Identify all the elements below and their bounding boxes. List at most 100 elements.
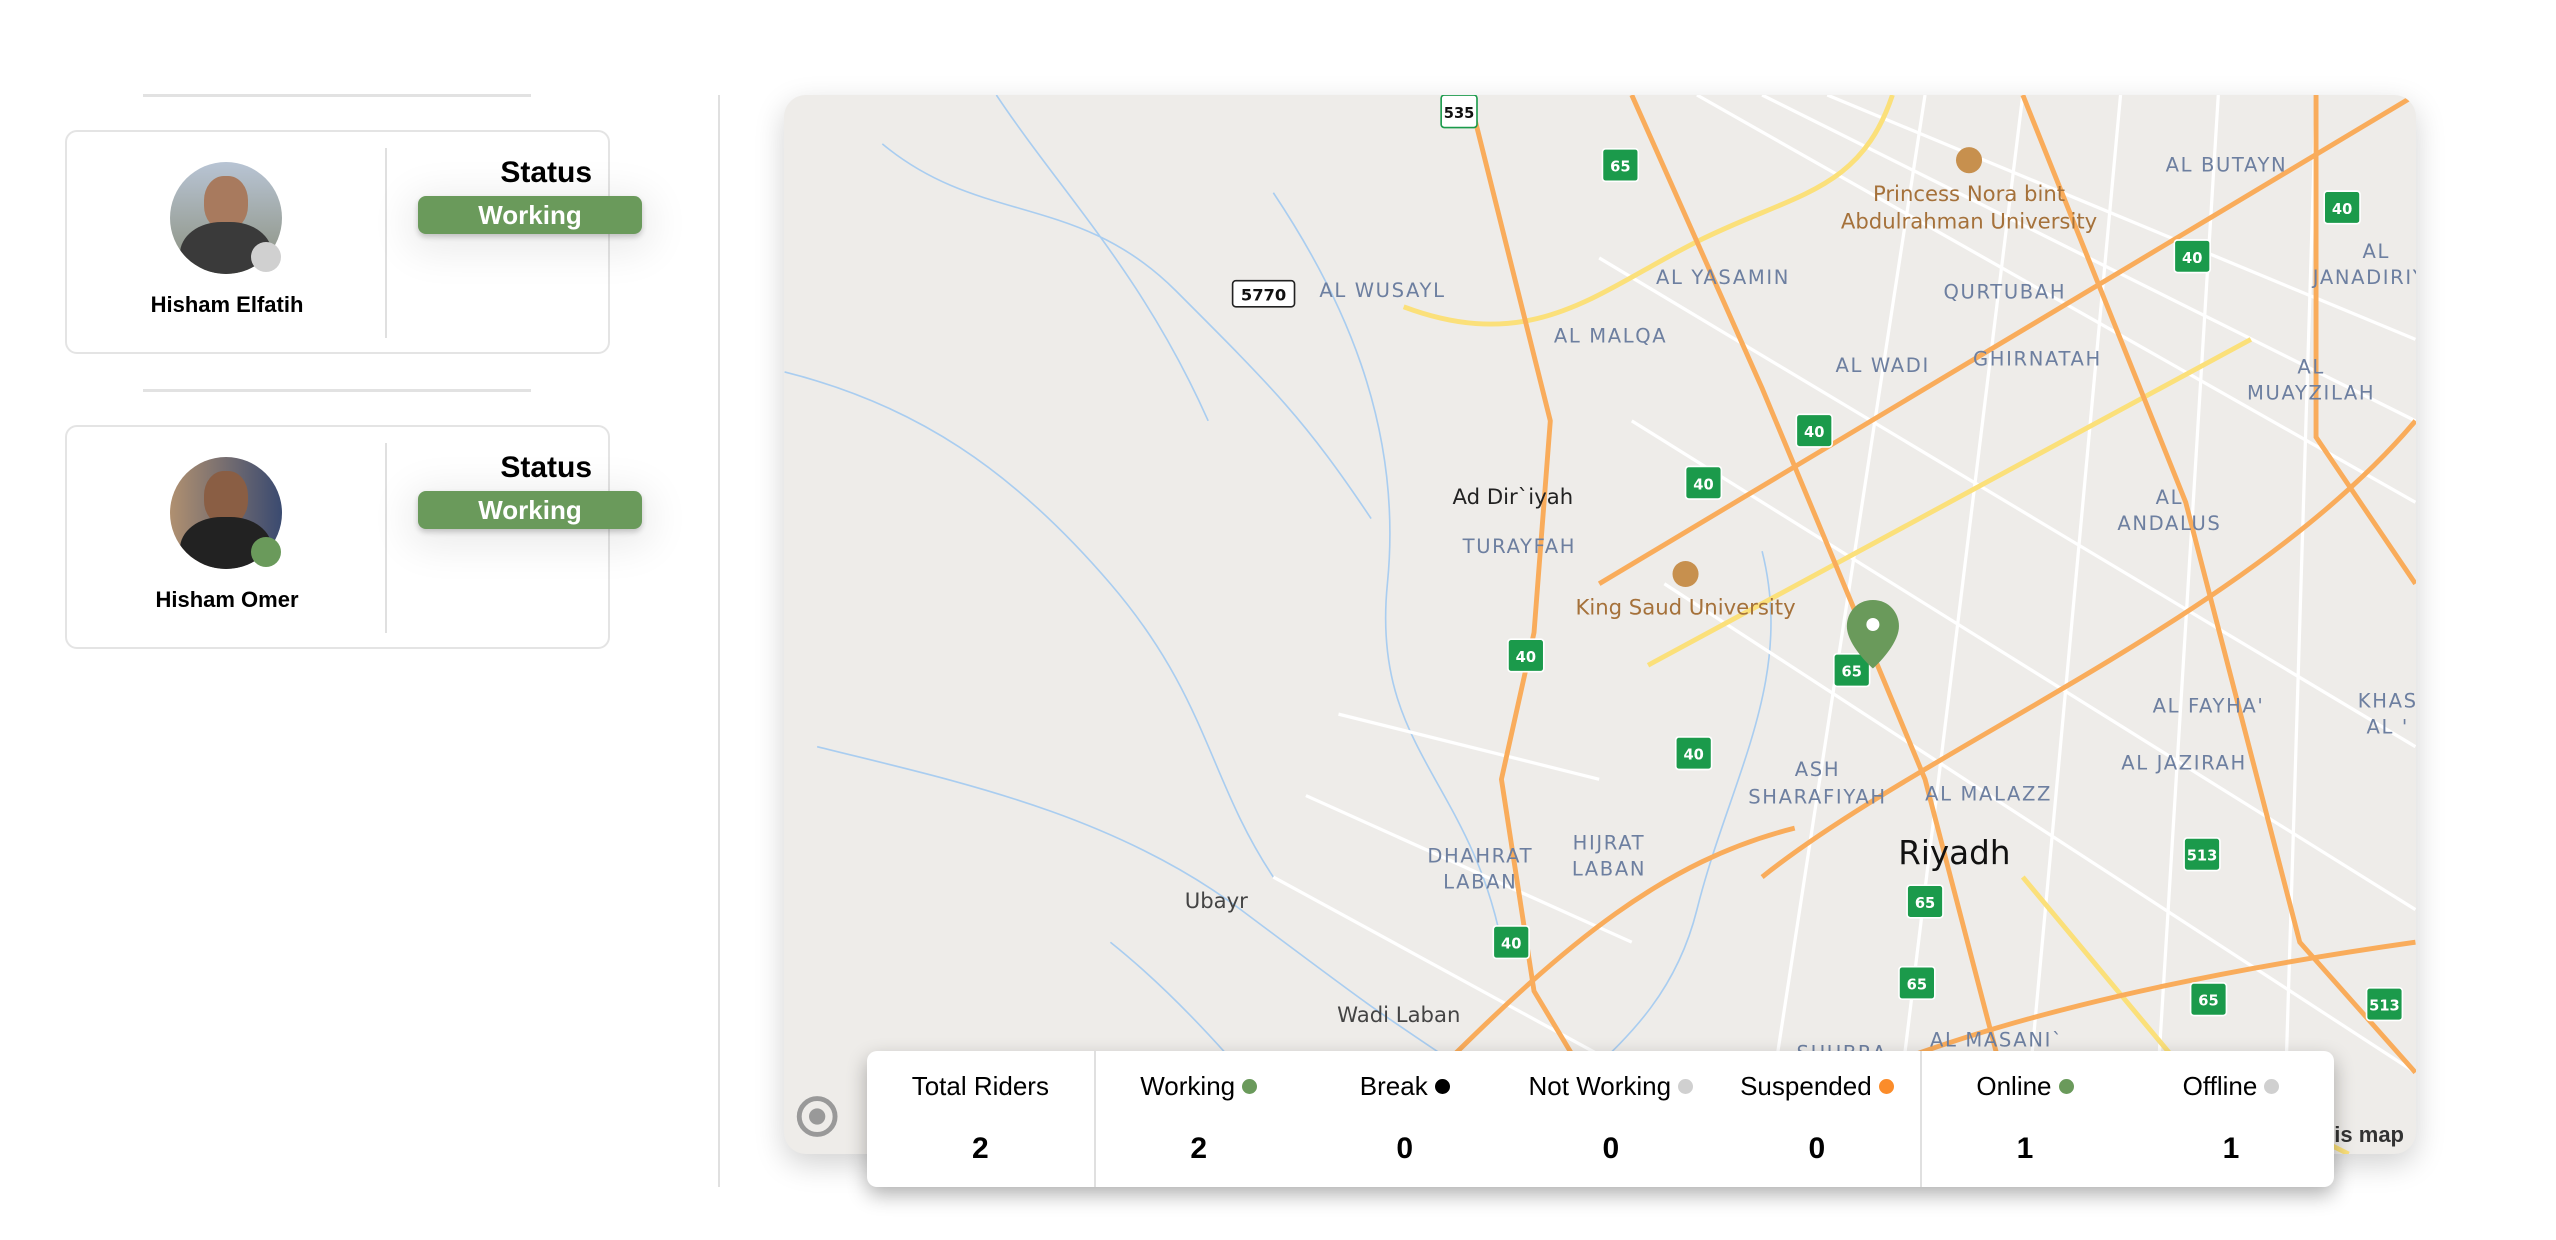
not-working-dot-icon xyxy=(1678,1079,1694,1094)
stat-label: Total Riders xyxy=(911,1071,1049,1101)
highway-number: 65 xyxy=(2198,993,2218,1010)
stat-value: 1 xyxy=(2016,1132,2034,1165)
highway-number: 40 xyxy=(1683,747,1703,764)
highway-number: 40 xyxy=(1516,649,1536,666)
rider-profile: Hisham Elfatih xyxy=(67,132,387,352)
city-label: Riyadh xyxy=(1898,834,2010,872)
map-label: AL JAZIRAH xyxy=(2121,752,2247,775)
stats-bar: Total Riders 2 Working 2 Break 0 Not Workin… xyxy=(867,1051,2334,1187)
poi-label: Princess Nora bint xyxy=(1873,181,2065,206)
stat-suspended: Suspended 0 xyxy=(1714,1051,1920,1187)
university-icon xyxy=(1955,147,1983,174)
rider-card[interactable]: Hisham Omer Status Working xyxy=(65,425,642,649)
stat-label: Break xyxy=(1359,1071,1428,1101)
stat-not-working: Not Working 0 xyxy=(1508,1051,1714,1187)
place-label: Ad Dir`iyah xyxy=(1453,484,1574,509)
status-badge: Working xyxy=(418,491,642,529)
map-label: QURTUBAH xyxy=(1944,281,2067,304)
map-label: ANDALUS xyxy=(2117,512,2221,535)
highway-number: 65 xyxy=(1842,664,1862,681)
stat-value: 2 xyxy=(971,1132,989,1165)
highway-number: 40 xyxy=(1501,936,1521,953)
status-badge: Working xyxy=(418,196,642,234)
stat-offline: Offline 1 xyxy=(2128,1051,2334,1187)
map-label: AL BUTAYN xyxy=(2166,154,2288,177)
rider-card[interactable]: Hisham Elfatih Status Working xyxy=(65,130,642,354)
status-title: Status xyxy=(500,451,592,484)
highway-number: 65 xyxy=(1915,895,1935,912)
mapbox-logo xyxy=(796,1096,838,1137)
place-label: Wadi Laban xyxy=(1337,1002,1460,1027)
map-label: SHARAFIYAH xyxy=(1748,786,1886,809)
stat-value: 1 xyxy=(2222,1132,2240,1165)
map-label: AL MALQA xyxy=(1554,325,1667,348)
stat-value: 0 xyxy=(1396,1132,1414,1165)
map-label: HIJRAT xyxy=(1573,831,1646,854)
map[interactable]: AL BUTAYN AL JANADIRIYA AL WUSAYL AL YASAMIN… xyxy=(784,95,2416,1154)
map-label: KHAS xyxy=(2358,690,2416,713)
highway-number: 513 xyxy=(2187,848,2218,865)
map-label: AL xyxy=(2363,240,2391,263)
status-title: Status xyxy=(500,156,592,189)
divider xyxy=(143,389,531,392)
place-label: Ubayr xyxy=(1185,888,1248,913)
stat-label: Suspended xyxy=(1740,1071,1872,1101)
rider-name: Hisham Elfatih xyxy=(150,292,304,317)
stat-value: 0 xyxy=(1602,1132,1620,1165)
offline-dot-icon xyxy=(2264,1079,2280,1094)
rider-profile: Hisham Omer xyxy=(67,427,387,647)
poi-label: King Saud University xyxy=(1575,595,1795,620)
divider xyxy=(385,148,387,338)
map-label: LABAN xyxy=(1572,857,1646,880)
stat-online: Online 1 xyxy=(1922,1051,2128,1187)
map-label: AL MASANI` xyxy=(1930,1028,2063,1051)
highway-number: 65 xyxy=(1610,159,1630,176)
map-label: DHAHRAT xyxy=(1427,844,1533,867)
highway-number: 40 xyxy=(2182,250,2202,267)
highway-number: 513 xyxy=(2369,998,2400,1015)
map-label: JANADIRIYA xyxy=(2311,266,2416,289)
road-number: 5770 xyxy=(1241,285,1286,304)
stat-label: Working xyxy=(1140,1071,1236,1101)
map-label: AL ' xyxy=(2367,716,2409,739)
map-label: AL MALAZZ xyxy=(1925,782,2052,805)
highway-number: 40 xyxy=(1804,424,1824,441)
map-label: AL xyxy=(2297,356,2325,379)
highway-number: 40 xyxy=(2332,201,2352,218)
highway-number: 535 xyxy=(1444,105,1475,122)
map-label: AL FAYHA' xyxy=(2153,694,2265,717)
university-icon xyxy=(1672,560,1699,588)
map-label: ASH xyxy=(1795,758,1840,781)
stat-value: 0 xyxy=(1808,1132,1826,1165)
stat-label: Online xyxy=(1976,1071,2052,1101)
working-dot-icon xyxy=(1242,1079,1258,1094)
map-label: AL xyxy=(2156,486,2184,509)
map-label: AL YASAMIN xyxy=(1656,266,1790,289)
stat-break: Break 0 xyxy=(1302,1051,1508,1187)
map-attribution-link[interactable]: is map xyxy=(2334,1122,2404,1148)
stat-value: 2 xyxy=(1190,1132,1208,1165)
divider xyxy=(143,94,531,97)
map-label: LABAN xyxy=(1443,870,1517,893)
suspended-dot-icon xyxy=(1878,1079,1894,1094)
presence-dot xyxy=(251,537,281,567)
rider-name: Hisham Omer xyxy=(155,587,299,612)
map-label: AL WUSAYL xyxy=(1319,279,1445,302)
map-label: TURAYFAH xyxy=(1462,535,1576,558)
presence-dot xyxy=(251,242,281,272)
online-dot-icon xyxy=(2058,1079,2074,1094)
stat-label: Offline xyxy=(2182,1071,2258,1101)
map-label: AL WADI xyxy=(1836,354,1930,377)
map-label: MUAYZILAH xyxy=(2247,382,2375,405)
stat-label: Not Working xyxy=(1528,1071,1672,1101)
highway-number: 65 xyxy=(1907,976,1927,993)
break-dot-icon xyxy=(1434,1079,1450,1094)
highway-number: 40 xyxy=(1693,476,1713,493)
divider xyxy=(718,95,720,1187)
map-canvas[interactable]: AL BUTAYN AL JANADIRIYA AL WUSAYL AL YASAMIN… xyxy=(784,95,2416,1154)
map-label: GHIRNATAH xyxy=(1973,347,2102,370)
divider xyxy=(385,443,387,633)
stat-total-riders: Total Riders 2 xyxy=(867,1051,1094,1187)
stat-working: Working 2 xyxy=(1096,1051,1302,1187)
poi-label: Abdulrahman University xyxy=(1841,209,2097,234)
